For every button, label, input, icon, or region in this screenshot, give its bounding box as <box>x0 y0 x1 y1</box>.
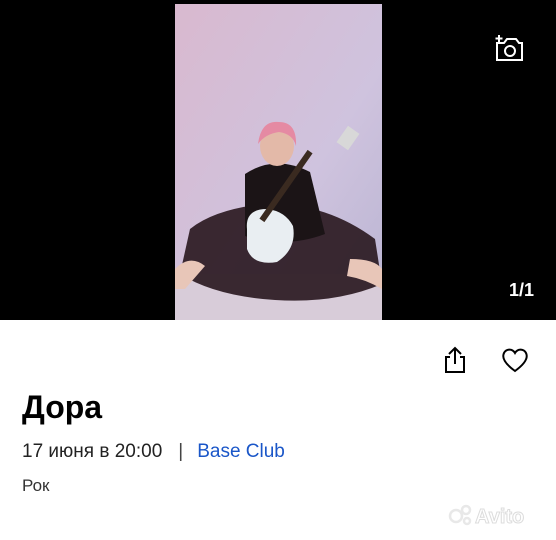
event-meta: 17 июня в 20:00 | Base Club <box>22 441 285 463</box>
heart-icon[interactable] <box>500 345 530 375</box>
camera-plus-icon[interactable] <box>494 34 524 62</box>
event-date-time: 17 июня в 20:00 <box>22 441 163 462</box>
meta-separator: | <box>178 441 184 462</box>
share-icon[interactable] <box>440 345 470 375</box>
event-title: Дора <box>22 389 103 425</box>
photo-counter: 1/1 <box>508 280 534 300</box>
venue-link[interactable]: Base Club <box>197 441 285 462</box>
avito-watermark: Avito <box>448 504 525 529</box>
action-bar <box>440 345 530 375</box>
event-genre: Рок <box>22 476 50 495</box>
watermark-text: Avito <box>475 506 524 528</box>
event-photo[interactable] <box>175 4 382 320</box>
photo-gallery[interactable]: 1/1 <box>0 0 556 320</box>
